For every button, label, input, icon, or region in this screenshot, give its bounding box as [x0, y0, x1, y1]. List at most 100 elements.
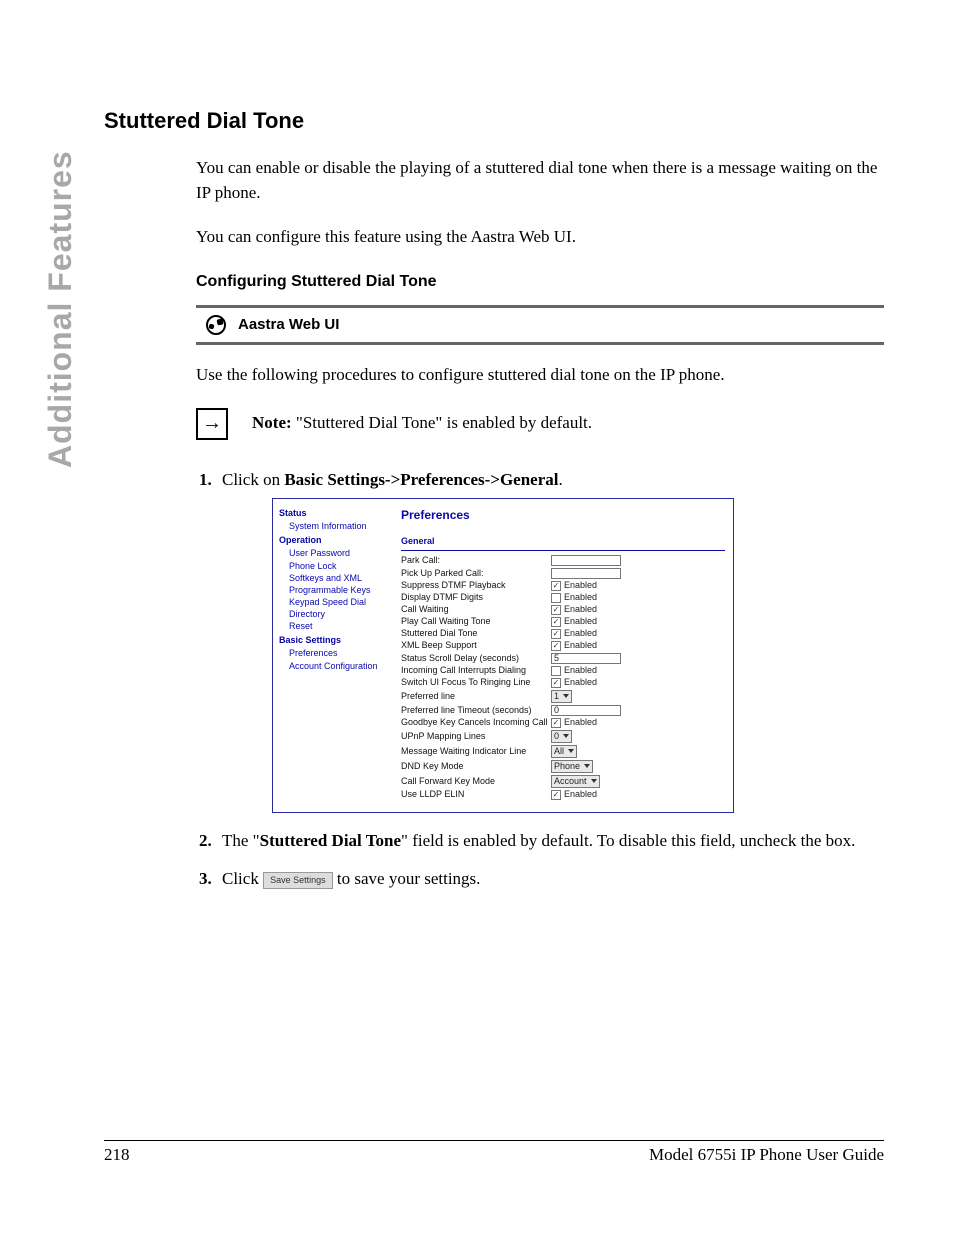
pref-label: Message Waiting Indicator Line [401, 747, 551, 756]
save-settings-button[interactable]: Save Settings [263, 872, 333, 889]
pref-label: Call Waiting [401, 605, 551, 614]
note-label: Note: [252, 413, 292, 432]
checkbox[interactable] [551, 593, 561, 603]
checkbox-label: Enabled [564, 617, 597, 626]
pref-label: Goodbye Key Cancels Incoming Call [401, 718, 551, 727]
chevron-down-icon [591, 779, 597, 783]
sidebar-section-label: Additional Features [42, 108, 82, 468]
pref-row: Display DTMF Digits Enabled [401, 593, 725, 603]
checkbox-label: Enabled [564, 629, 597, 638]
web-ui-banner: Aastra Web UI [196, 305, 884, 345]
pref-label: Play Call Waiting Tone [401, 617, 551, 626]
pref-row: DND Key ModePhone [401, 760, 725, 773]
checkbox-label: Enabled [564, 641, 597, 650]
pref-label: Preferred line [401, 692, 551, 701]
checkbox[interactable] [551, 790, 561, 800]
step-1: Click on Basic Settings->Preferences->Ge… [216, 468, 884, 813]
pref-label: Suppress DTMF Playback [401, 581, 551, 590]
chevron-down-icon [563, 734, 569, 738]
select-dropdown[interactable]: 1 [551, 690, 572, 703]
pref-row: Message Waiting Indicator LineAll [401, 745, 725, 758]
pref-row: Suppress DTMF Playback Enabled [401, 581, 725, 591]
paragraph: You can enable or disable the playing of… [196, 156, 884, 205]
nav-item[interactable]: Keypad Speed Dial [289, 596, 387, 608]
pref-label: Switch UI Focus To Ringing Line [401, 678, 551, 687]
select-dropdown[interactable]: 0 [551, 730, 572, 743]
preferences-title: Preferences [401, 507, 725, 524]
globe-icon [206, 315, 226, 335]
chevron-down-icon [563, 694, 569, 698]
pref-label: Preferred line Timeout (seconds) [401, 706, 551, 715]
nav-item[interactable]: Softkeys and XML [289, 572, 387, 584]
main-content: Stuttered Dial Tone You can enable or di… [104, 108, 884, 906]
preferences-screenshot: Status System Information Operation User… [272, 498, 734, 812]
pref-label: Display DTMF Digits [401, 593, 551, 602]
pref-label: UPnP Mapping Lines [401, 732, 551, 741]
pref-label: Incoming Call Interrupts Dialing [401, 666, 551, 675]
checkbox[interactable] [551, 641, 561, 651]
checkbox[interactable] [551, 678, 561, 688]
checkbox[interactable] [551, 617, 561, 627]
pref-row: Park Call: [401, 555, 725, 566]
select-dropdown[interactable]: Account [551, 775, 600, 788]
text-input[interactable]: 5 [551, 653, 621, 664]
note-callout: → Note: "Stuttered Dial Tone" is enabled… [196, 408, 884, 440]
pref-label: DND Key Mode [401, 762, 551, 771]
nav-item[interactable]: System Information [289, 520, 387, 532]
pref-label: XML Beep Support [401, 641, 551, 650]
pref-row: Incoming Call Interrupts Dialing Enabled [401, 666, 725, 676]
pref-row: Pick Up Parked Call: [401, 568, 725, 579]
checkbox[interactable] [551, 605, 561, 615]
nav-item[interactable]: Directory [289, 608, 387, 620]
note-text: Note: "Stuttered Dial Tone" is enabled b… [252, 411, 592, 436]
nav-item[interactable]: Phone Lock [289, 560, 387, 572]
nav-item[interactable]: Programmable Keys [289, 584, 387, 596]
web-ui-label: Aastra Web UI [238, 314, 339, 336]
nav-item[interactable]: User Password [289, 547, 387, 559]
text-input[interactable]: 0 [551, 705, 621, 716]
checkbox-label: Enabled [564, 605, 597, 614]
chevron-down-icon [568, 749, 574, 753]
page-footer: 218 Model 6755i IP Phone User Guide [104, 1140, 884, 1165]
nav-panel: Status System Information Operation User… [273, 499, 393, 811]
pref-label: Pick Up Parked Call: [401, 569, 551, 578]
checkbox-label: Enabled [564, 718, 597, 727]
checkbox-label: Enabled [564, 581, 597, 590]
text-input[interactable] [551, 555, 621, 566]
pref-row: Call Waiting Enabled [401, 605, 725, 615]
nav-group-basic-settings[interactable]: Basic Settings [279, 634, 387, 647]
general-group-title: General [401, 535, 725, 551]
step-2: The "Stuttered Dial Tone" field is enabl… [216, 829, 884, 854]
checkbox-label: Enabled [564, 790, 597, 799]
doc-title: Model 6755i IP Phone User Guide [649, 1145, 884, 1165]
checkbox[interactable] [551, 581, 561, 591]
pref-row: Goodbye Key Cancels Incoming Call Enabled [401, 718, 725, 728]
checkbox-label: Enabled [564, 593, 597, 602]
pref-row: Use LLDP ELINEnabled [401, 790, 725, 800]
pref-label: Call Forward Key Mode [401, 777, 551, 786]
preferences-panel: Preferences General Park Call: Pick Up Pa… [393, 499, 733, 811]
text-input[interactable] [551, 568, 621, 579]
nav-item-preferences[interactable]: Preferences [289, 647, 387, 659]
pref-row: Play Call Waiting Tone Enabled [401, 617, 725, 627]
pref-label: Park Call: [401, 556, 551, 565]
step-3: Click Save Settings to save your setting… [216, 867, 884, 892]
subsection-heading: Configuring Stuttered Dial Tone [196, 270, 884, 293]
select-dropdown[interactable]: Phone [551, 760, 593, 773]
checkbox-label: Enabled [564, 666, 597, 675]
nav-item[interactable]: Account Configuration [289, 660, 387, 672]
steps-list: Click on Basic Settings->Preferences->Ge… [196, 468, 884, 892]
chevron-down-icon [584, 764, 590, 768]
nav-group-status[interactable]: Status [279, 507, 387, 520]
checkbox[interactable] [551, 718, 561, 728]
checkbox[interactable] [551, 629, 561, 639]
pref-row: UPnP Mapping Lines0 [401, 730, 725, 743]
nav-item[interactable]: Reset [289, 620, 387, 632]
pref-row: Preferred line Timeout (seconds)0 [401, 705, 725, 716]
pref-row: Call Forward Key ModeAccount [401, 775, 725, 788]
arrow-right-icon: → [196, 408, 228, 440]
select-dropdown[interactable]: All [551, 745, 577, 758]
checkbox[interactable] [551, 666, 561, 676]
checkbox-label: Enabled [564, 678, 597, 687]
nav-group-operation[interactable]: Operation [279, 534, 387, 547]
